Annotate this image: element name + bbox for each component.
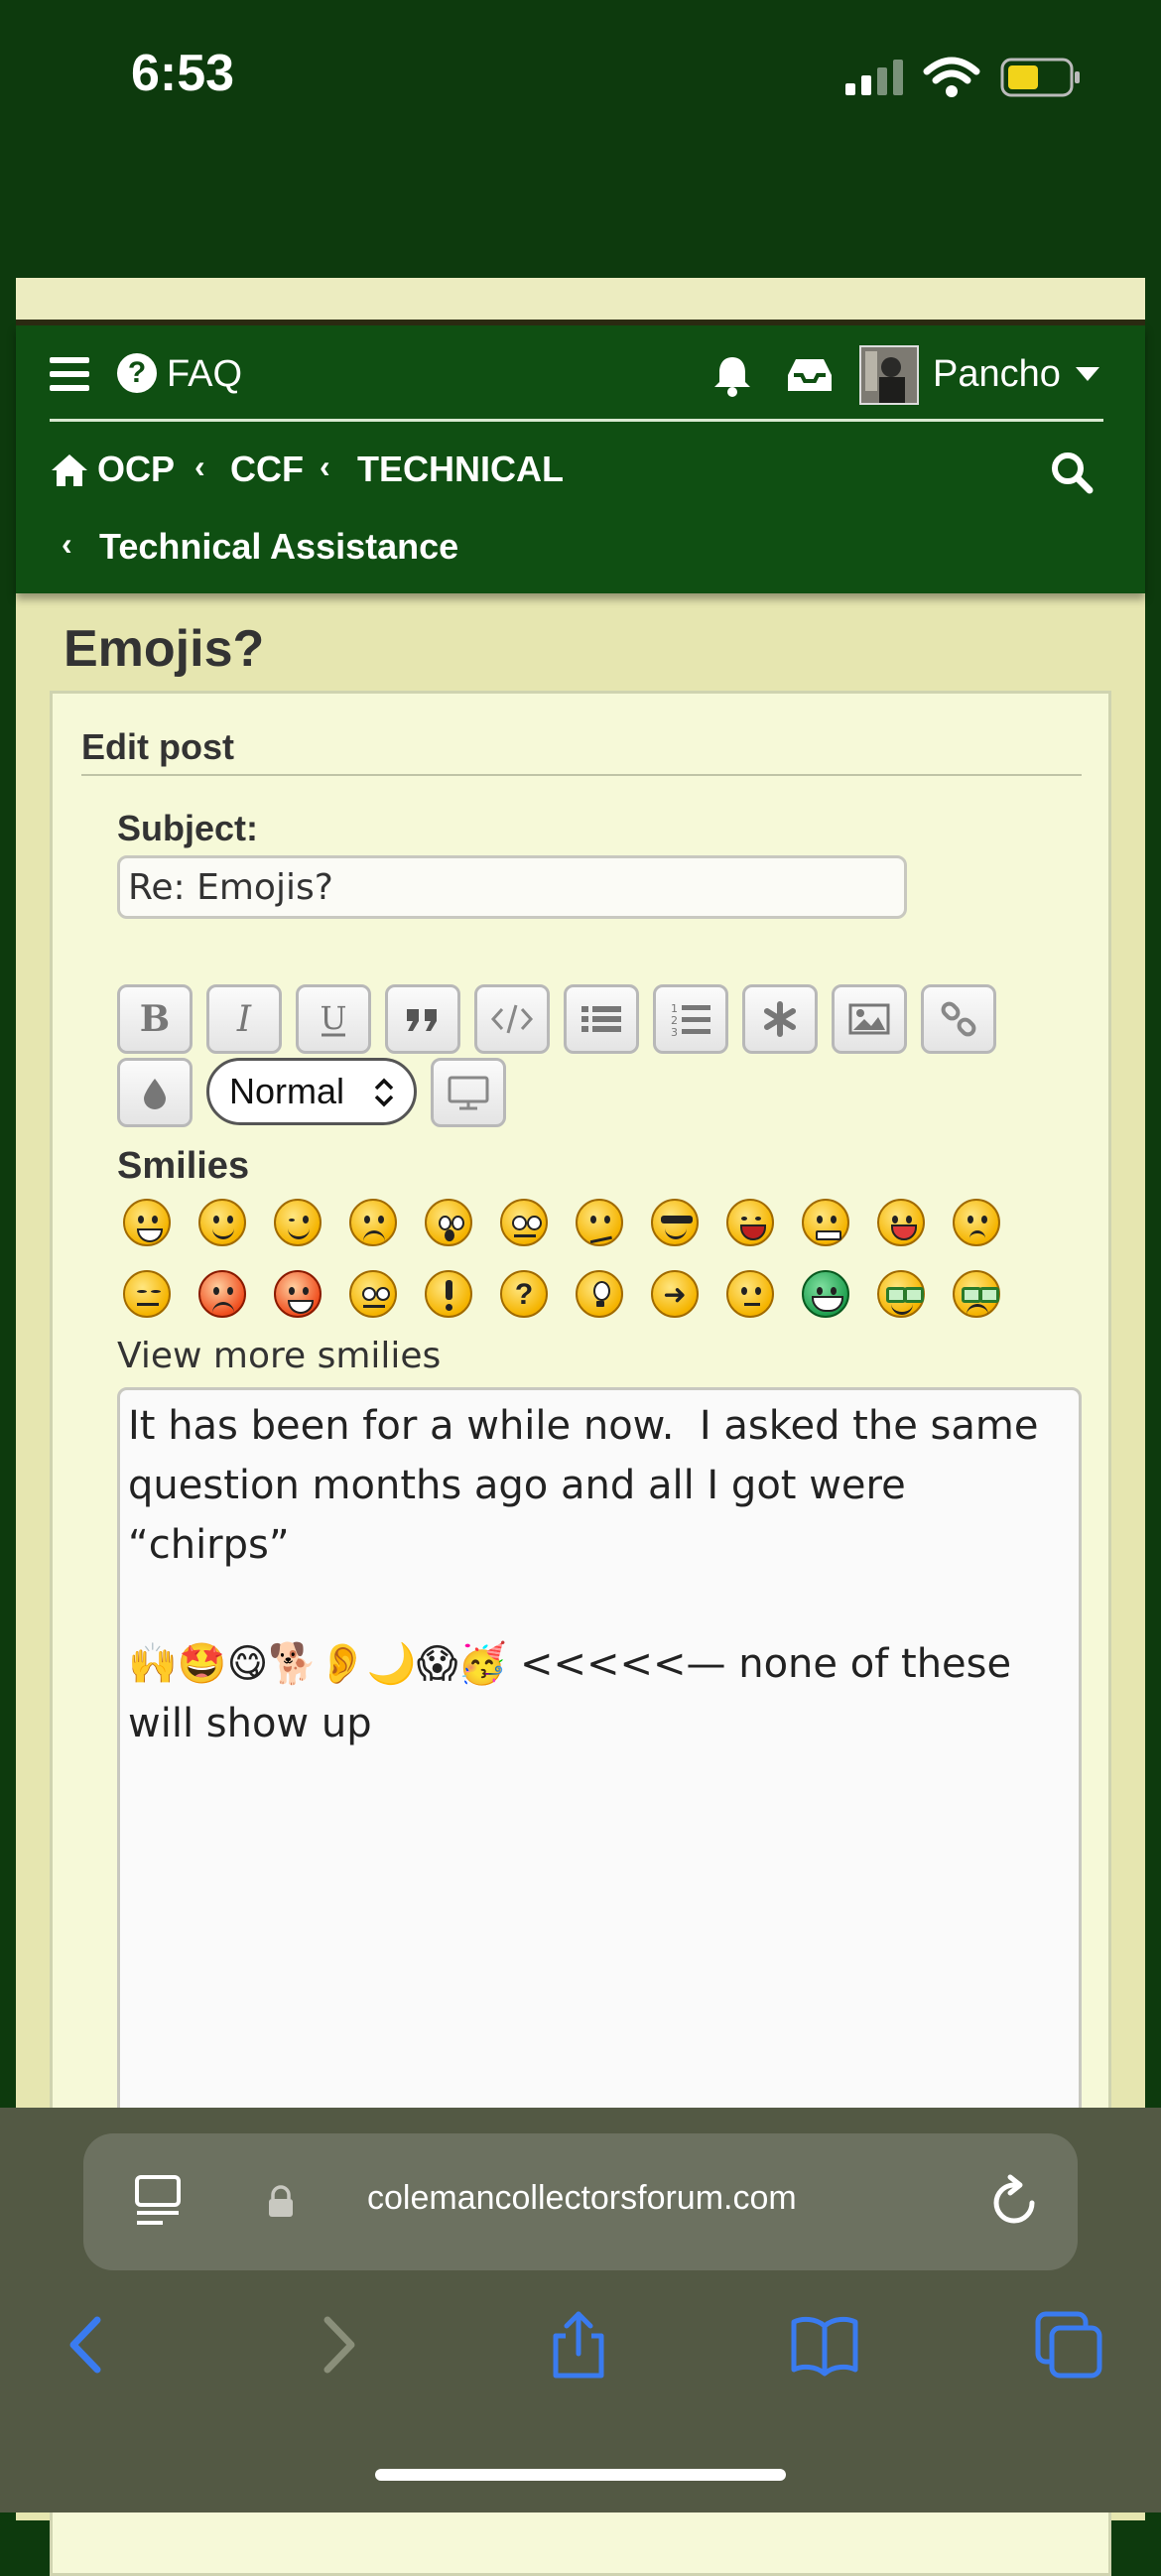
menu-icon[interactable]	[50, 357, 89, 391]
panel-heading: Edit post	[81, 726, 234, 767]
smiley-oops-icon[interactable]	[953, 1199, 1000, 1246]
smiley-evil-icon[interactable]	[198, 1270, 246, 1318]
inbox-icon[interactable]	[786, 355, 834, 395]
avatar[interactable]	[859, 345, 919, 405]
page-title[interactable]: Emojis?	[64, 619, 264, 679]
home-indicator[interactable]	[375, 2469, 786, 2481]
breadcrumb-separator: ‹	[320, 449, 330, 484]
smiley-rolleyes-icon[interactable]	[349, 1270, 397, 1318]
smiley-twisted-icon[interactable]	[274, 1270, 322, 1318]
smiley-neutral-icon[interactable]	[123, 1270, 171, 1318]
smiley-mad-icon[interactable]	[802, 1199, 849, 1246]
underline-button[interactable]: U	[296, 984, 371, 1054]
subject-label: Subject:	[117, 808, 259, 848]
home-icon[interactable]	[50, 452, 89, 488]
panel-divider	[81, 774, 1082, 776]
quote-button[interactable]	[385, 984, 460, 1054]
svg-text:B: B	[140, 999, 170, 1039]
smiley-razz-icon[interactable]	[877, 1199, 925, 1246]
header-divider	[50, 419, 1103, 422]
forward-icon[interactable]	[304, 2310, 373, 2380]
smiley-wink-icon[interactable]	[274, 1199, 322, 1246]
preview-button[interactable]	[431, 1058, 506, 1127]
smiley-confused-icon[interactable]	[576, 1199, 623, 1246]
reload-icon[interactable]	[986, 2173, 1042, 2229]
color-button[interactable]	[117, 1058, 193, 1127]
bold-button[interactable]: B	[117, 984, 193, 1054]
subject-input[interactable]	[117, 855, 907, 919]
status-time: 6:53	[131, 45, 235, 102]
url-text[interactable]: colemancollectorsforum.com	[367, 2179, 797, 2218]
idea-icon[interactable]	[576, 1270, 623, 1318]
smiley-surprised-icon[interactable]	[425, 1199, 472, 1246]
smilies-label: Smilies	[117, 1145, 250, 1187]
svg-text:I: I	[236, 999, 252, 1039]
list-button[interactable]	[564, 984, 639, 1054]
faq-link[interactable]: FAQ	[167, 353, 242, 396]
tabs-icon[interactable]	[1034, 2310, 1103, 2380]
share-icon[interactable]	[544, 2310, 613, 2380]
reader-mode-icon[interactable]	[133, 2173, 183, 2227]
chevron-updown-icon	[374, 1078, 394, 1107]
smiley-sad-icon[interactable]	[349, 1199, 397, 1246]
bell-icon[interactable]	[710, 353, 754, 397]
question-icon[interactable]: ?	[500, 1270, 548, 1318]
breadcrumb-technical[interactable]: TECHNICAL	[357, 449, 564, 490]
question-circle-icon[interactable]: ?	[117, 353, 157, 393]
wifi-icon	[923, 57, 980, 97]
smiley-mrgreen-icon[interactable]	[802, 1270, 849, 1318]
breadcrumb-ocp[interactable]: OCP	[97, 449, 175, 490]
view-more-smilies-link[interactable]: View more smilies	[117, 1336, 441, 1376]
page-top-strip	[16, 278, 1145, 325]
svg-text:3: 3	[671, 1026, 678, 1039]
italic-button[interactable]: I	[206, 984, 282, 1054]
font-size-value: Normal	[229, 1071, 345, 1111]
svg-text:U: U	[321, 999, 347, 1037]
caret-down-icon[interactable]	[1076, 367, 1099, 381]
smiley-cool-icon[interactable]	[651, 1199, 699, 1246]
smiley-smile-icon[interactable]	[198, 1199, 246, 1246]
breadcrumb-separator: ‹	[62, 526, 72, 562]
breadcrumb-technical-assistance[interactable]: Technical Assistance	[99, 526, 458, 568]
back-icon[interactable]	[52, 2310, 121, 2380]
breadcrumb-separator: ‹	[194, 449, 205, 484]
smiley-mrgreen-neutral-icon[interactable]	[726, 1270, 774, 1318]
breadcrumb-ccf[interactable]: CCF	[230, 449, 304, 490]
cellular-signal-icon	[845, 60, 903, 95]
smiley-grin-icon[interactable]	[123, 1199, 171, 1246]
battery-icon	[1000, 58, 1080, 97]
smiley-eek-icon[interactable]	[500, 1199, 548, 1246]
numbered-list-button[interactable]: 123	[653, 984, 728, 1054]
exclamation-icon[interactable]	[425, 1270, 472, 1318]
list-item-button[interactable]	[742, 984, 818, 1054]
font-size-select[interactable]: Normal	[206, 1058, 417, 1125]
smiley-geek-icon[interactable]	[877, 1270, 925, 1318]
code-button[interactable]	[474, 984, 550, 1054]
smiley-ugeek-icon[interactable]	[953, 1270, 1000, 1318]
lock-icon	[269, 2185, 293, 2217]
message-textarea[interactable]: It has been for a while now. I asked the…	[117, 1387, 1082, 2141]
search-icon[interactable]	[1050, 451, 1094, 494]
image-button[interactable]	[832, 984, 907, 1054]
username-menu[interactable]: Pancho	[933, 353, 1061, 396]
link-button[interactable]	[921, 984, 996, 1054]
bookmarks-icon[interactable]	[790, 2310, 859, 2380]
arrow-icon[interactable]: ➜	[651, 1270, 699, 1318]
smiley-lol-icon[interactable]	[726, 1199, 774, 1246]
